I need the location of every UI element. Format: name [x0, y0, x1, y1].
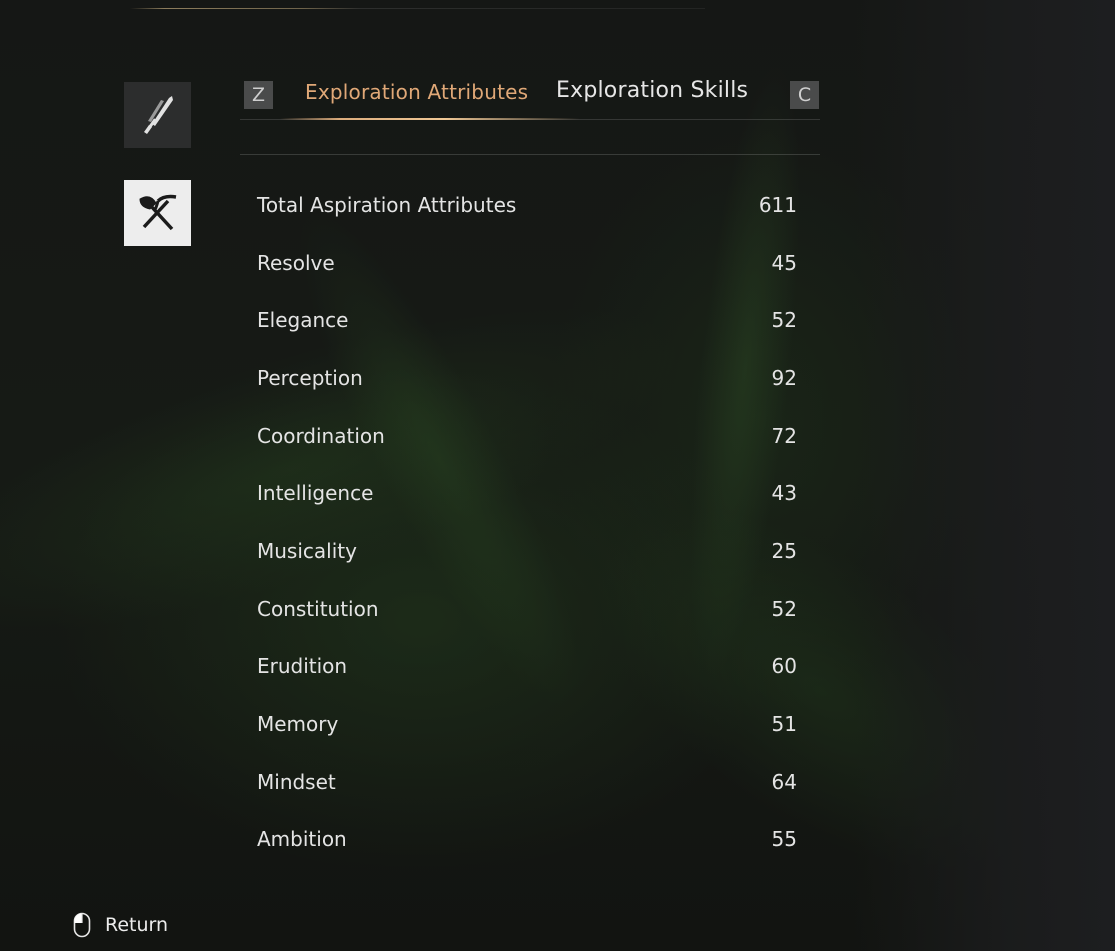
attribute-value: 51 [771, 712, 797, 737]
attribute-name: Resolve [257, 250, 335, 275]
attribute-list: Total Aspiration Attributes 611 Resolve … [257, 176, 797, 868]
attribute-row-musicality: Musicality 25 [257, 522, 797, 580]
attribute-value: 43 [771, 481, 797, 506]
mouse-icon [73, 912, 91, 938]
tab-exploration-skills[interactable]: Exploration Skills [556, 78, 748, 103]
return-prompt[interactable]: Return [73, 912, 168, 938]
shovel-pickaxe-icon [138, 194, 176, 231]
attribute-name: Constitution [257, 596, 379, 621]
attribute-row-resolve: Resolve 45 [257, 234, 797, 292]
sidebar-item-combat[interactable] [124, 82, 191, 148]
attribute-name: Elegance [257, 308, 349, 333]
attribute-row-memory: Memory 51 [257, 695, 797, 753]
next-tab-key[interactable]: C [790, 81, 819, 109]
attribute-value: 92 [771, 365, 797, 390]
attribute-name: Musicality [257, 538, 357, 563]
attribute-value: 611 [758, 192, 797, 217]
attribute-value: 25 [771, 538, 797, 563]
top-divider [130, 8, 705, 9]
attribute-name: Mindset [257, 769, 336, 794]
sword-icon [143, 96, 173, 134]
tab-bar: Z Exploration Attributes Exploration Ski… [240, 78, 820, 120]
attribute-value: 72 [771, 423, 797, 448]
attribute-name: Perception [257, 365, 363, 390]
attribute-row-ambition: Ambition 55 [257, 811, 797, 869]
attribute-value: 55 [771, 827, 797, 852]
return-label: Return [105, 914, 169, 936]
active-tab-indicator [280, 118, 580, 120]
attribute-row-coordination: Coordination 72 [257, 407, 797, 465]
attribute-row-perception: Perception 92 [257, 349, 797, 407]
attribute-row-intelligence: Intelligence 43 [257, 464, 797, 522]
attribute-name: Intelligence [257, 481, 374, 506]
attribute-row-elegance: Elegance 52 [257, 291, 797, 349]
attribute-name: Ambition [257, 827, 347, 852]
attribute-row-mindset: Mindset 64 [257, 753, 797, 811]
attribute-value: 52 [771, 596, 797, 621]
section-divider [240, 154, 820, 155]
attribute-name: Erudition [257, 654, 348, 679]
sidebar-item-exploration[interactable] [124, 180, 191, 246]
tab-exploration-attributes[interactable]: Exploration Attributes [305, 80, 528, 104]
attribute-row-constitution: Constitution 52 [257, 580, 797, 638]
attribute-value: 60 [771, 654, 797, 679]
attribute-name: Total Aspiration Attributes [257, 192, 517, 217]
attribute-value: 45 [771, 250, 797, 275]
attribute-row-total: Total Aspiration Attributes 611 [257, 176, 797, 234]
attribute-value: 64 [771, 769, 797, 794]
background-shade [855, 0, 1115, 951]
attribute-name: Memory [257, 712, 339, 737]
attribute-value: 52 [771, 308, 797, 333]
attribute-row-erudition: Erudition 60 [257, 638, 797, 696]
prev-tab-key[interactable]: Z [244, 81, 273, 109]
attribute-name: Coordination [257, 423, 385, 448]
